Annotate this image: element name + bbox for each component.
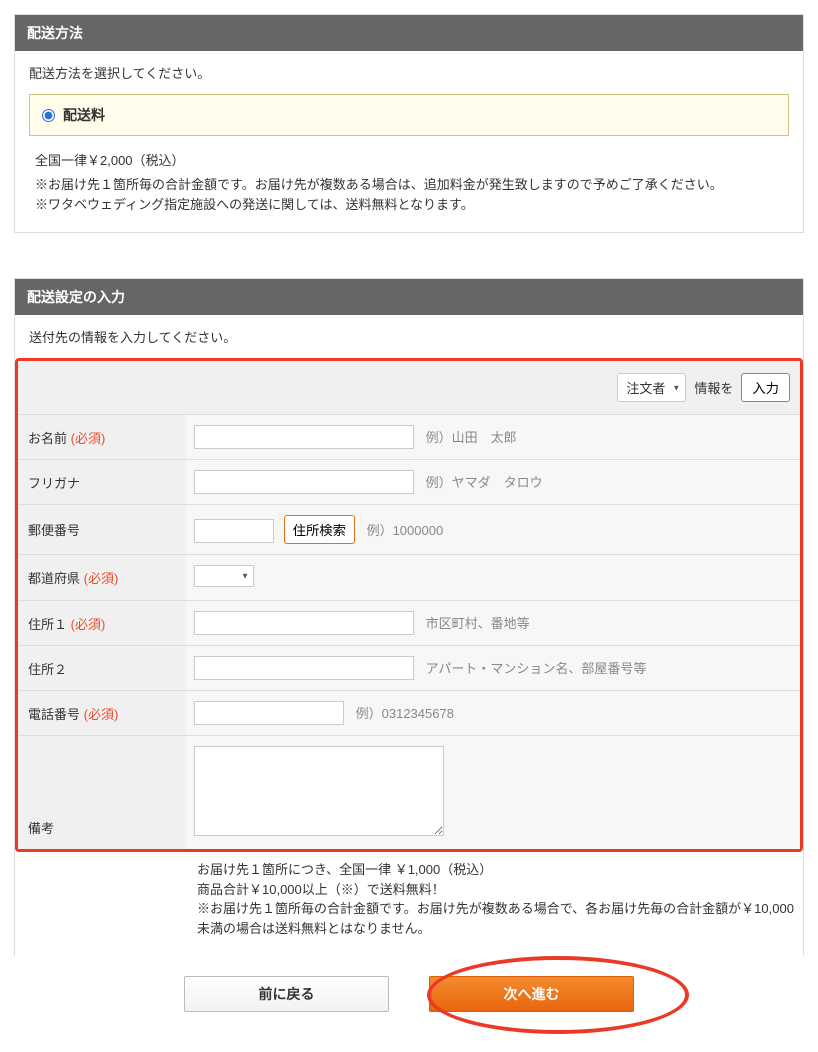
kana-input[interactable] — [194, 470, 414, 494]
shipping-fee-text: 全国一律￥2,000（税込） — [35, 150, 789, 169]
prefill-middle-text: 情報を — [694, 378, 733, 397]
prefill-row: 注文者 情報を 入力 — [18, 361, 800, 415]
label-postal: 郵便番号 — [18, 505, 186, 555]
form-highlight-outline: 注文者 情報を 入力 お名前 (必須) 例）山田 太郎 — [15, 358, 803, 852]
shipping-method-panel: 配送方法 配送方法を選択してください。 配送料 全国一律￥2,000（税込） ※… — [14, 14, 804, 233]
shipping-option[interactable]: 配送料 — [29, 94, 789, 136]
shipping-option-radio[interactable] — [42, 109, 55, 122]
shipping-note-2: ※ワタベウェディング指定施設への発送に関しては、送料無料となります。 — [35, 195, 789, 215]
kana-hint: 例）ヤマダ タロウ — [426, 475, 543, 490]
shipping-method-header: 配送方法 — [15, 15, 803, 51]
prefill-apply-button[interactable]: 入力 — [741, 373, 790, 402]
bottom-shipping-note: お届け先１箇所につき、全国一律 ￥1,000（税込） 商品合計￥10,000以上… — [15, 852, 803, 956]
nav-button-row: 前に戻る 次へ進む — [14, 956, 804, 1022]
pref-select[interactable] — [194, 565, 254, 587]
shipping-setting-description: 送付先の情報を入力してください。 — [29, 327, 789, 346]
postal-input[interactable] — [194, 519, 274, 543]
label-kana: フリガナ — [18, 460, 186, 505]
back-button[interactable]: 前に戻る — [184, 976, 389, 1012]
shipping-setting-panel: 配送設定の入力 送付先の情報を入力してください。 注文者 情報を 入力 お名前 … — [14, 278, 804, 956]
addr2-input[interactable] — [194, 656, 414, 680]
label-name: お名前 (必須) — [18, 415, 186, 460]
prefill-source-select[interactable]: 注文者 — [617, 373, 686, 402]
shipping-note-1: ※お届け先１箇所毎の合計金額です。お届け先が複数ある場合は、追加料金が発生致しま… — [35, 175, 789, 195]
address-form-table: お名前 (必須) 例）山田 太郎 フリガナ 例）ヤマダ タロウ — [18, 415, 800, 849]
label-memo: 備考 — [18, 736, 186, 850]
addr2-hint: アパート・マンション名、部屋番号等 — [426, 661, 647, 676]
label-pref: 都道府県 (必須) — [18, 555, 186, 601]
label-addr1: 住所１ (必須) — [18, 601, 186, 646]
label-addr2: 住所２ — [18, 646, 186, 691]
addr1-input[interactable] — [194, 611, 414, 635]
next-button[interactable]: 次へ進む — [429, 976, 634, 1012]
name-input[interactable] — [194, 425, 414, 449]
tel-hint: 例）0312345678 — [356, 706, 454, 721]
addr1-hint: 市区町村、番地等 — [426, 616, 530, 631]
name-hint: 例）山田 太郎 — [426, 430, 517, 445]
postal-search-button[interactable]: 住所検索 — [284, 515, 355, 544]
shipping-option-label: 配送料 — [63, 105, 105, 125]
prefill-source-value: 注文者 — [626, 381, 665, 396]
memo-textarea[interactable] — [194, 746, 444, 836]
postal-hint: 例）1000000 — [367, 523, 444, 538]
shipping-setting-header: 配送設定の入力 — [15, 279, 803, 315]
shipping-method-description: 配送方法を選択してください。 — [29, 63, 789, 82]
tel-input[interactable] — [194, 701, 344, 725]
label-tel: 電話番号 (必須) — [18, 691, 186, 736]
